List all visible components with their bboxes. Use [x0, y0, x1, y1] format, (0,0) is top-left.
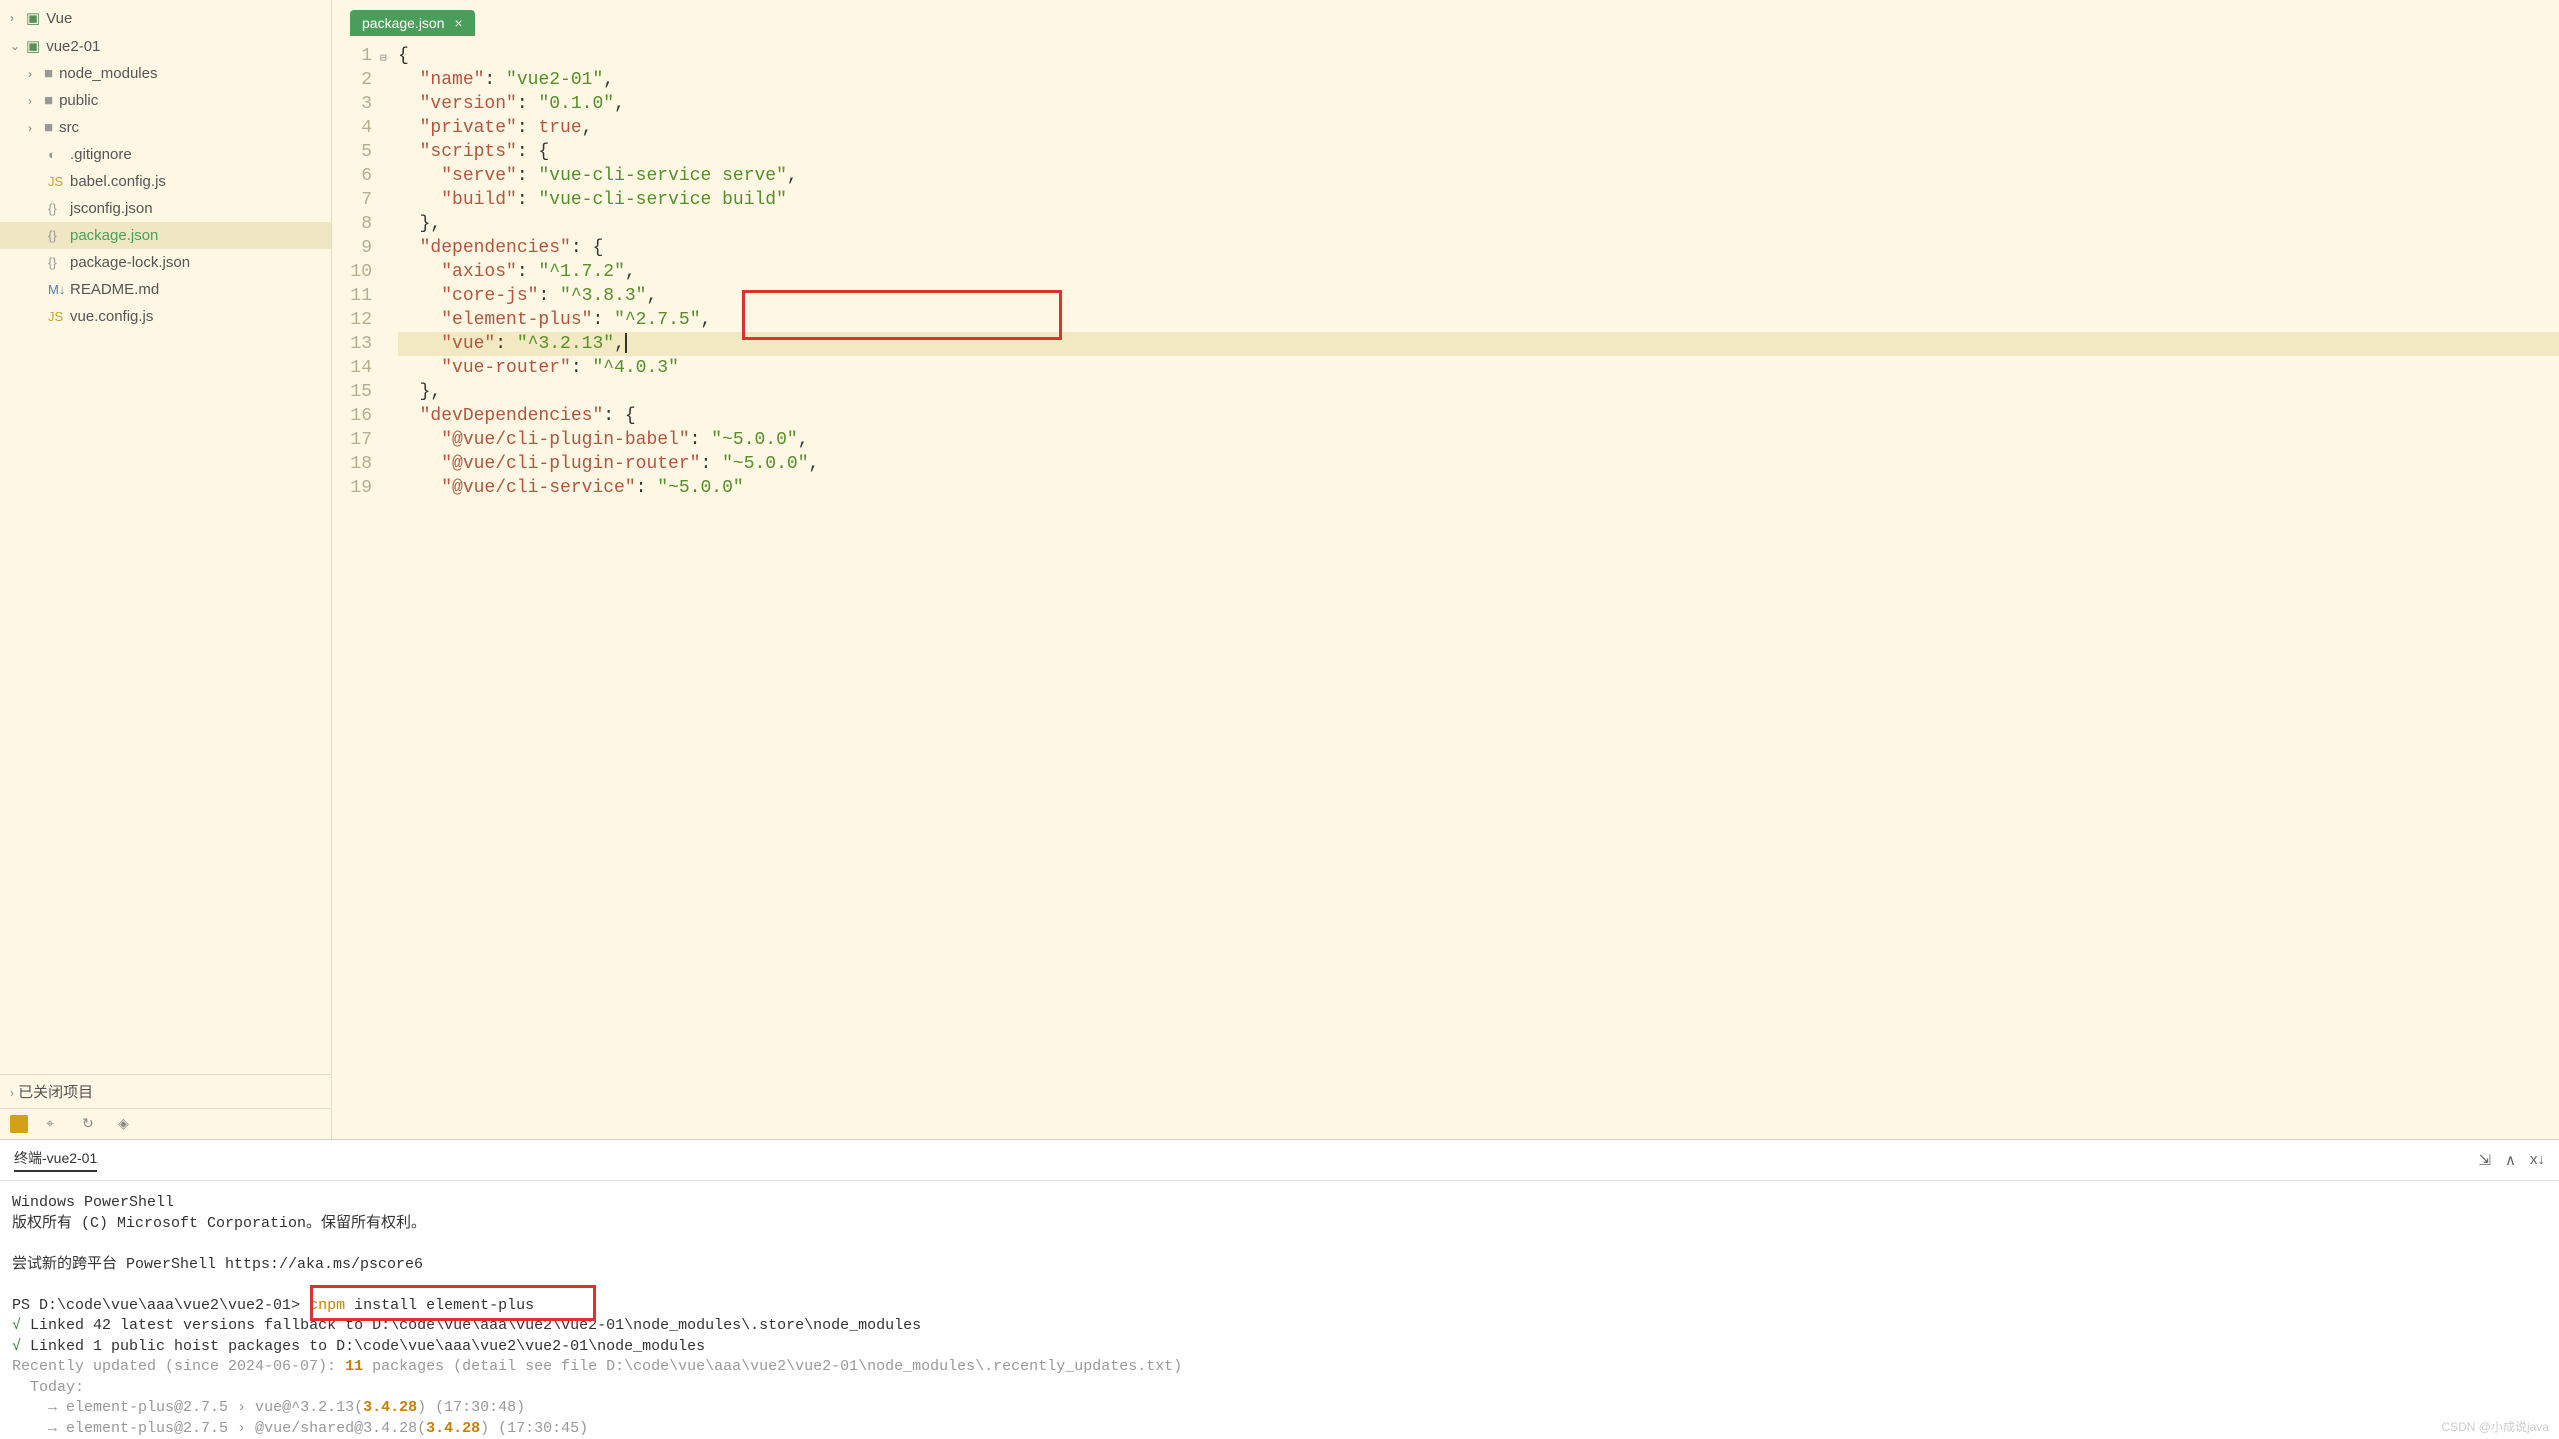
terminal-header: 终端-vue2-01 ⇲ ∧ x↓ [0, 1140, 2559, 1181]
chevron-right-icon: › [10, 1086, 14, 1100]
json-icon: {} [48, 255, 64, 270]
code-content[interactable]: { "name": "vue2-01", "version": "0.1.0",… [398, 44, 2559, 500]
folder-label: node_modules [59, 65, 157, 82]
file-jsconfig[interactable]: {} jsconfig.json [0, 195, 331, 222]
chevron-down-icon: ⌄ [10, 39, 26, 53]
json-name-value: "vue2-01" [506, 70, 603, 90]
project-vue[interactable]: › ▣ Vue [0, 4, 331, 32]
check-icon: √ [12, 1317, 21, 1334]
chevron-right-icon: › [28, 67, 44, 81]
folder-public[interactable]: › ■ public [0, 87, 331, 114]
editor-area: package.json × 1234 5678 9101112 1314151… [332, 0, 2559, 1139]
chevron-right-icon: › [28, 121, 44, 135]
js-icon: JS [48, 309, 64, 324]
close-terminal-icon[interactable]: x↓ [2530, 1151, 2545, 1169]
project-vue2-01[interactable]: ⌄ ▣ vue2-01 [0, 32, 331, 60]
refresh-icon[interactable]: ↻ [82, 1115, 100, 1133]
output-line: Linked 1 public hoist packages to D:\cod… [30, 1338, 705, 1355]
file-icon: ◐ [48, 147, 64, 162]
text-cursor [625, 333, 627, 353]
closed-projects-section[interactable]: › 已关闭项目 [0, 1074, 331, 1108]
json-icon: {} [48, 201, 64, 216]
file-label: README.md [70, 281, 159, 298]
editor-tab-bar: package.json × [332, 0, 2559, 36]
folder-src[interactable]: › ■ src [0, 114, 331, 141]
file-package-json[interactable]: {} package.json [0, 222, 331, 249]
command-args: install element-plus [345, 1297, 534, 1314]
terminal-controls: ⇲ ∧ x↓ [2478, 1151, 2545, 1169]
folder-icon: ■ [44, 65, 53, 82]
chevron-right-icon: › [10, 11, 26, 25]
folder-icon: ■ [44, 119, 53, 136]
prompt: PS D:\code\vue\aaa\vue2\vue2-01> [12, 1297, 300, 1314]
json-icon: {} [48, 228, 64, 243]
file-readme[interactable]: M↓ README.md [0, 276, 331, 303]
chevron-right-icon: › [28, 94, 44, 108]
file-tree: › ▣ Vue ⌄ ▣ vue2-01 › ■ node_modules › ■ [0, 0, 331, 1074]
term-line: 尝试新的跨平台 PowerShell https://aka.ms/pscore… [12, 1255, 2547, 1276]
check-icon: √ [12, 1338, 21, 1355]
today-label: Today: [12, 1378, 2547, 1399]
tab-package-json[interactable]: package.json × [350, 10, 475, 36]
folder-label: src [59, 119, 79, 136]
file-label: babel.config.js [70, 173, 166, 190]
folder-node-modules[interactable]: › ■ node_modules [0, 60, 331, 87]
file-vue-config[interactable]: JS vue.config.js [0, 303, 331, 330]
terminal-panel: 终端-vue2-01 ⇲ ∧ x↓ Windows PowerShell 版权所… [0, 1139, 2559, 1439]
folder-icon: ▣ [26, 9, 40, 27]
markdown-icon: M↓ [48, 282, 64, 297]
close-icon[interactable]: × [455, 15, 463, 31]
folder-label: public [59, 92, 98, 109]
folder-icon: ■ [44, 92, 53, 109]
collapse-icon[interactable]: ∧ [2505, 1151, 2516, 1169]
term-line: 版权所有 (C) Microsoft Corporation。保留所有权利。 [12, 1214, 2547, 1235]
file-gitignore[interactable]: ◐ .gitignore [0, 141, 331, 168]
new-terminal-icon[interactable]: ⇲ [2478, 1151, 2491, 1169]
sidebar-toolbar: ⌖ ↻ ◈ [0, 1108, 331, 1139]
file-explorer-sidebar: › ▣ Vue ⌄ ▣ vue2-01 › ■ node_modules › ■ [0, 0, 332, 1139]
closed-projects-label: 已关闭项目 [18, 1084, 93, 1101]
file-label: package-lock.json [70, 254, 190, 271]
terminal-tab[interactable]: 终端-vue2-01 [14, 1148, 97, 1172]
term-line: Windows PowerShell [12, 1193, 2547, 1214]
open-folder-icon[interactable] [10, 1115, 28, 1133]
line-numbers-gutter: 1234 5678 9101112 13141516 171819 [332, 44, 380, 500]
output-line: Linked 42 latest versions fallback to D:… [30, 1317, 921, 1334]
js-icon: JS [48, 174, 64, 189]
file-label: jsconfig.json [70, 200, 153, 217]
folder-icon: ▣ [26, 37, 40, 55]
code-editor[interactable]: 1234 5678 9101112 13141516 171819 ⊟ { "n… [332, 36, 2559, 500]
watermark: CSDN @小成说java [2441, 1418, 2549, 1435]
file-label: vue.config.js [70, 308, 153, 325]
file-package-lock[interactable]: {} package-lock.json [0, 249, 331, 276]
file-label: package.json [70, 227, 158, 244]
layers-icon[interactable]: ◈ [118, 1115, 136, 1133]
terminal-output[interactable]: Windows PowerShell 版权所有 (C) Microsoft Co… [0, 1181, 2559, 1439]
fold-gutter: ⊟ [380, 44, 398, 500]
file-label: .gitignore [70, 146, 132, 163]
file-babel-config[interactable]: JS babel.config.js [0, 168, 331, 195]
project-label: Vue [46, 10, 72, 27]
command-cnpm: cnpm [309, 1297, 345, 1314]
project-label: vue2-01 [46, 38, 100, 55]
debug-icon[interactable]: ⌖ [46, 1115, 64, 1133]
tab-label: package.json [362, 15, 445, 31]
